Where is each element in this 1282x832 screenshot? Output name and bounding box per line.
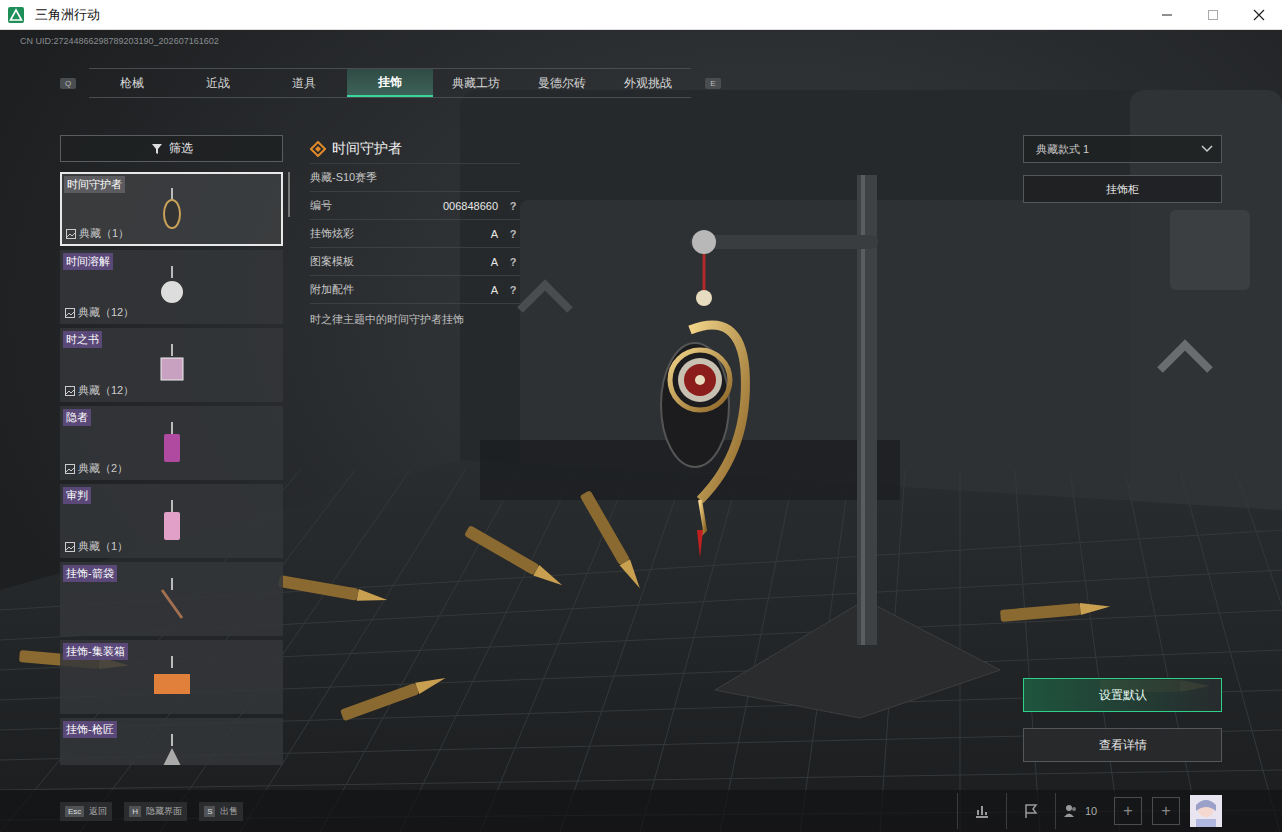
collection-count: 典藏（2） bbox=[65, 461, 128, 476]
add-slot-button[interactable]: + bbox=[1152, 797, 1180, 825]
tab-bar: Q 枪械近战道具挂饰典藏工坊曼德尔砖外观挑战 E bbox=[60, 68, 1282, 98]
maximize-icon[interactable] bbox=[1190, 0, 1236, 30]
item-card[interactable]: 审判 典藏（1） bbox=[60, 484, 283, 558]
item-name: 时间溶解 bbox=[63, 253, 113, 270]
user-id: CN UID:27244866298789203190_202607161602 bbox=[20, 34, 1282, 48]
item-card[interactable]: 时间溶解 典藏（12） bbox=[60, 250, 283, 324]
filter-icon bbox=[151, 143, 163, 155]
item-name: 时间守护者 bbox=[64, 176, 125, 193]
window-title: 三角洲行动 bbox=[35, 6, 100, 24]
image-icon bbox=[65, 308, 75, 318]
item-list: 时间守护者 典藏（1）时间溶解 典藏（12）时之书 典藏（12）隐者 典藏（2）… bbox=[60, 172, 283, 765]
app-window: 三角洲行动 CN UID:27244866298789203190_202607… bbox=[0, 0, 1282, 832]
tab[interactable]: 枪械 bbox=[89, 69, 175, 97]
detail-title: 时间守护者 bbox=[332, 140, 402, 158]
tab[interactable]: 近战 bbox=[175, 69, 261, 97]
key-hint[interactable]: S出售 bbox=[199, 802, 243, 821]
collection-count: 典藏（1） bbox=[65, 539, 128, 554]
charm-thumbnail-icon bbox=[152, 654, 192, 700]
description: 时之律主题中的时间守护者挂饰 bbox=[310, 312, 520, 327]
field-row: 图案模板 A ? bbox=[310, 248, 520, 276]
charm-thumbnail-icon bbox=[152, 498, 192, 544]
charm-thumbnail-icon bbox=[152, 732, 192, 765]
season-row: 典藏-S10赛季 bbox=[310, 164, 520, 192]
chevron-down-icon bbox=[1201, 145, 1213, 153]
charm-thumbnail-icon bbox=[152, 342, 192, 388]
key-hint[interactable]: H隐藏界面 bbox=[124, 802, 187, 821]
chart-icon bbox=[974, 803, 990, 819]
item-name: 挂饰-集装箱 bbox=[63, 643, 128, 660]
prev-tab-key[interactable]: Q bbox=[60, 78, 76, 89]
field-row: 挂饰炫彩 A ? bbox=[310, 220, 520, 248]
help-button[interactable]: ? bbox=[506, 200, 520, 212]
flag-button[interactable] bbox=[1006, 793, 1055, 829]
cabinet-button[interactable]: 挂饰柜 bbox=[1023, 175, 1222, 203]
action-button[interactable]: 设置默认 bbox=[1023, 678, 1222, 712]
title-bar: 三角洲行动 bbox=[0, 0, 1282, 30]
key-hint[interactable]: Esc返回 bbox=[60, 802, 112, 821]
item-card[interactable]: 挂饰-箭袋 bbox=[60, 562, 283, 636]
image-icon bbox=[66, 229, 76, 239]
field-row: 编号 006848660 ? bbox=[310, 192, 520, 220]
add-slot-button[interactable]: + bbox=[1114, 797, 1142, 825]
help-button[interactable]: ? bbox=[506, 228, 520, 240]
tab[interactable]: 道具 bbox=[261, 69, 347, 97]
people-icon bbox=[1063, 803, 1079, 819]
item-name: 挂饰-箭袋 bbox=[63, 565, 117, 582]
style-dropdown[interactable]: 典藏款式 1 bbox=[1023, 135, 1222, 163]
friends-button[interactable]: 10 bbox=[1055, 793, 1104, 829]
close-icon[interactable] bbox=[1236, 0, 1282, 30]
tab[interactable]: 外观挑战 bbox=[605, 69, 691, 97]
item-card[interactable]: 挂饰-枪匠 bbox=[60, 718, 283, 765]
help-button[interactable]: ? bbox=[506, 256, 520, 268]
scrollbar[interactable] bbox=[283, 135, 310, 790]
image-icon bbox=[65, 542, 75, 552]
item-name: 隐者 bbox=[63, 409, 91, 426]
help-button[interactable]: ? bbox=[506, 284, 520, 296]
minimize-icon[interactable] bbox=[1144, 0, 1190, 30]
charm-thumbnail-icon bbox=[152, 576, 192, 622]
rarity-icon bbox=[310, 141, 326, 157]
filter-button[interactable]: 筛选 bbox=[60, 135, 283, 162]
charm-thumbnail-icon bbox=[152, 186, 192, 232]
charm-thumbnail-icon bbox=[152, 264, 192, 310]
item-name: 时之书 bbox=[63, 331, 102, 348]
flag-icon bbox=[1023, 803, 1039, 819]
charm-thumbnail-icon bbox=[152, 420, 192, 466]
item-name: 挂饰-枪匠 bbox=[63, 721, 117, 738]
tab[interactable]: 曼德尔砖 bbox=[519, 69, 605, 97]
image-icon bbox=[65, 464, 75, 474]
item-card[interactable]: 时之书 典藏（12） bbox=[60, 328, 283, 402]
avatar-icon bbox=[1190, 795, 1222, 827]
tab[interactable]: 挂饰 bbox=[347, 69, 433, 97]
item-card[interactable]: 挂饰-集装箱 bbox=[60, 640, 283, 714]
collection-count: 典藏（12） bbox=[65, 305, 134, 320]
collection-count: 典藏（1） bbox=[66, 226, 129, 241]
game-view: CN UID:27244866298789203190_202607161602… bbox=[0, 30, 1282, 832]
item-card[interactable]: 隐者 典藏（2） bbox=[60, 406, 283, 480]
item-card[interactable]: 时间守护者 典藏（1） bbox=[60, 172, 283, 246]
image-icon bbox=[65, 386, 75, 396]
bottom-bar: Esc返回 H隐藏界面 S出售 10 + + bbox=[0, 790, 1282, 832]
next-tab-key[interactable]: E bbox=[705, 78, 721, 89]
action-button[interactable]: 查看详情 bbox=[1023, 728, 1222, 762]
field-row: 附加配件 A ? bbox=[310, 276, 520, 304]
item-name: 审判 bbox=[63, 487, 91, 504]
logo-icon bbox=[8, 7, 24, 23]
detail-panel: 时间守护者 典藏-S10赛季 编号 006848660 ?挂饰炫彩 A ?图案模… bbox=[310, 135, 520, 790]
tab[interactable]: 典藏工坊 bbox=[433, 69, 519, 97]
stats-button[interactable] bbox=[957, 793, 1006, 829]
avatar[interactable] bbox=[1190, 795, 1222, 827]
collection-count: 典藏（12） bbox=[65, 383, 134, 398]
